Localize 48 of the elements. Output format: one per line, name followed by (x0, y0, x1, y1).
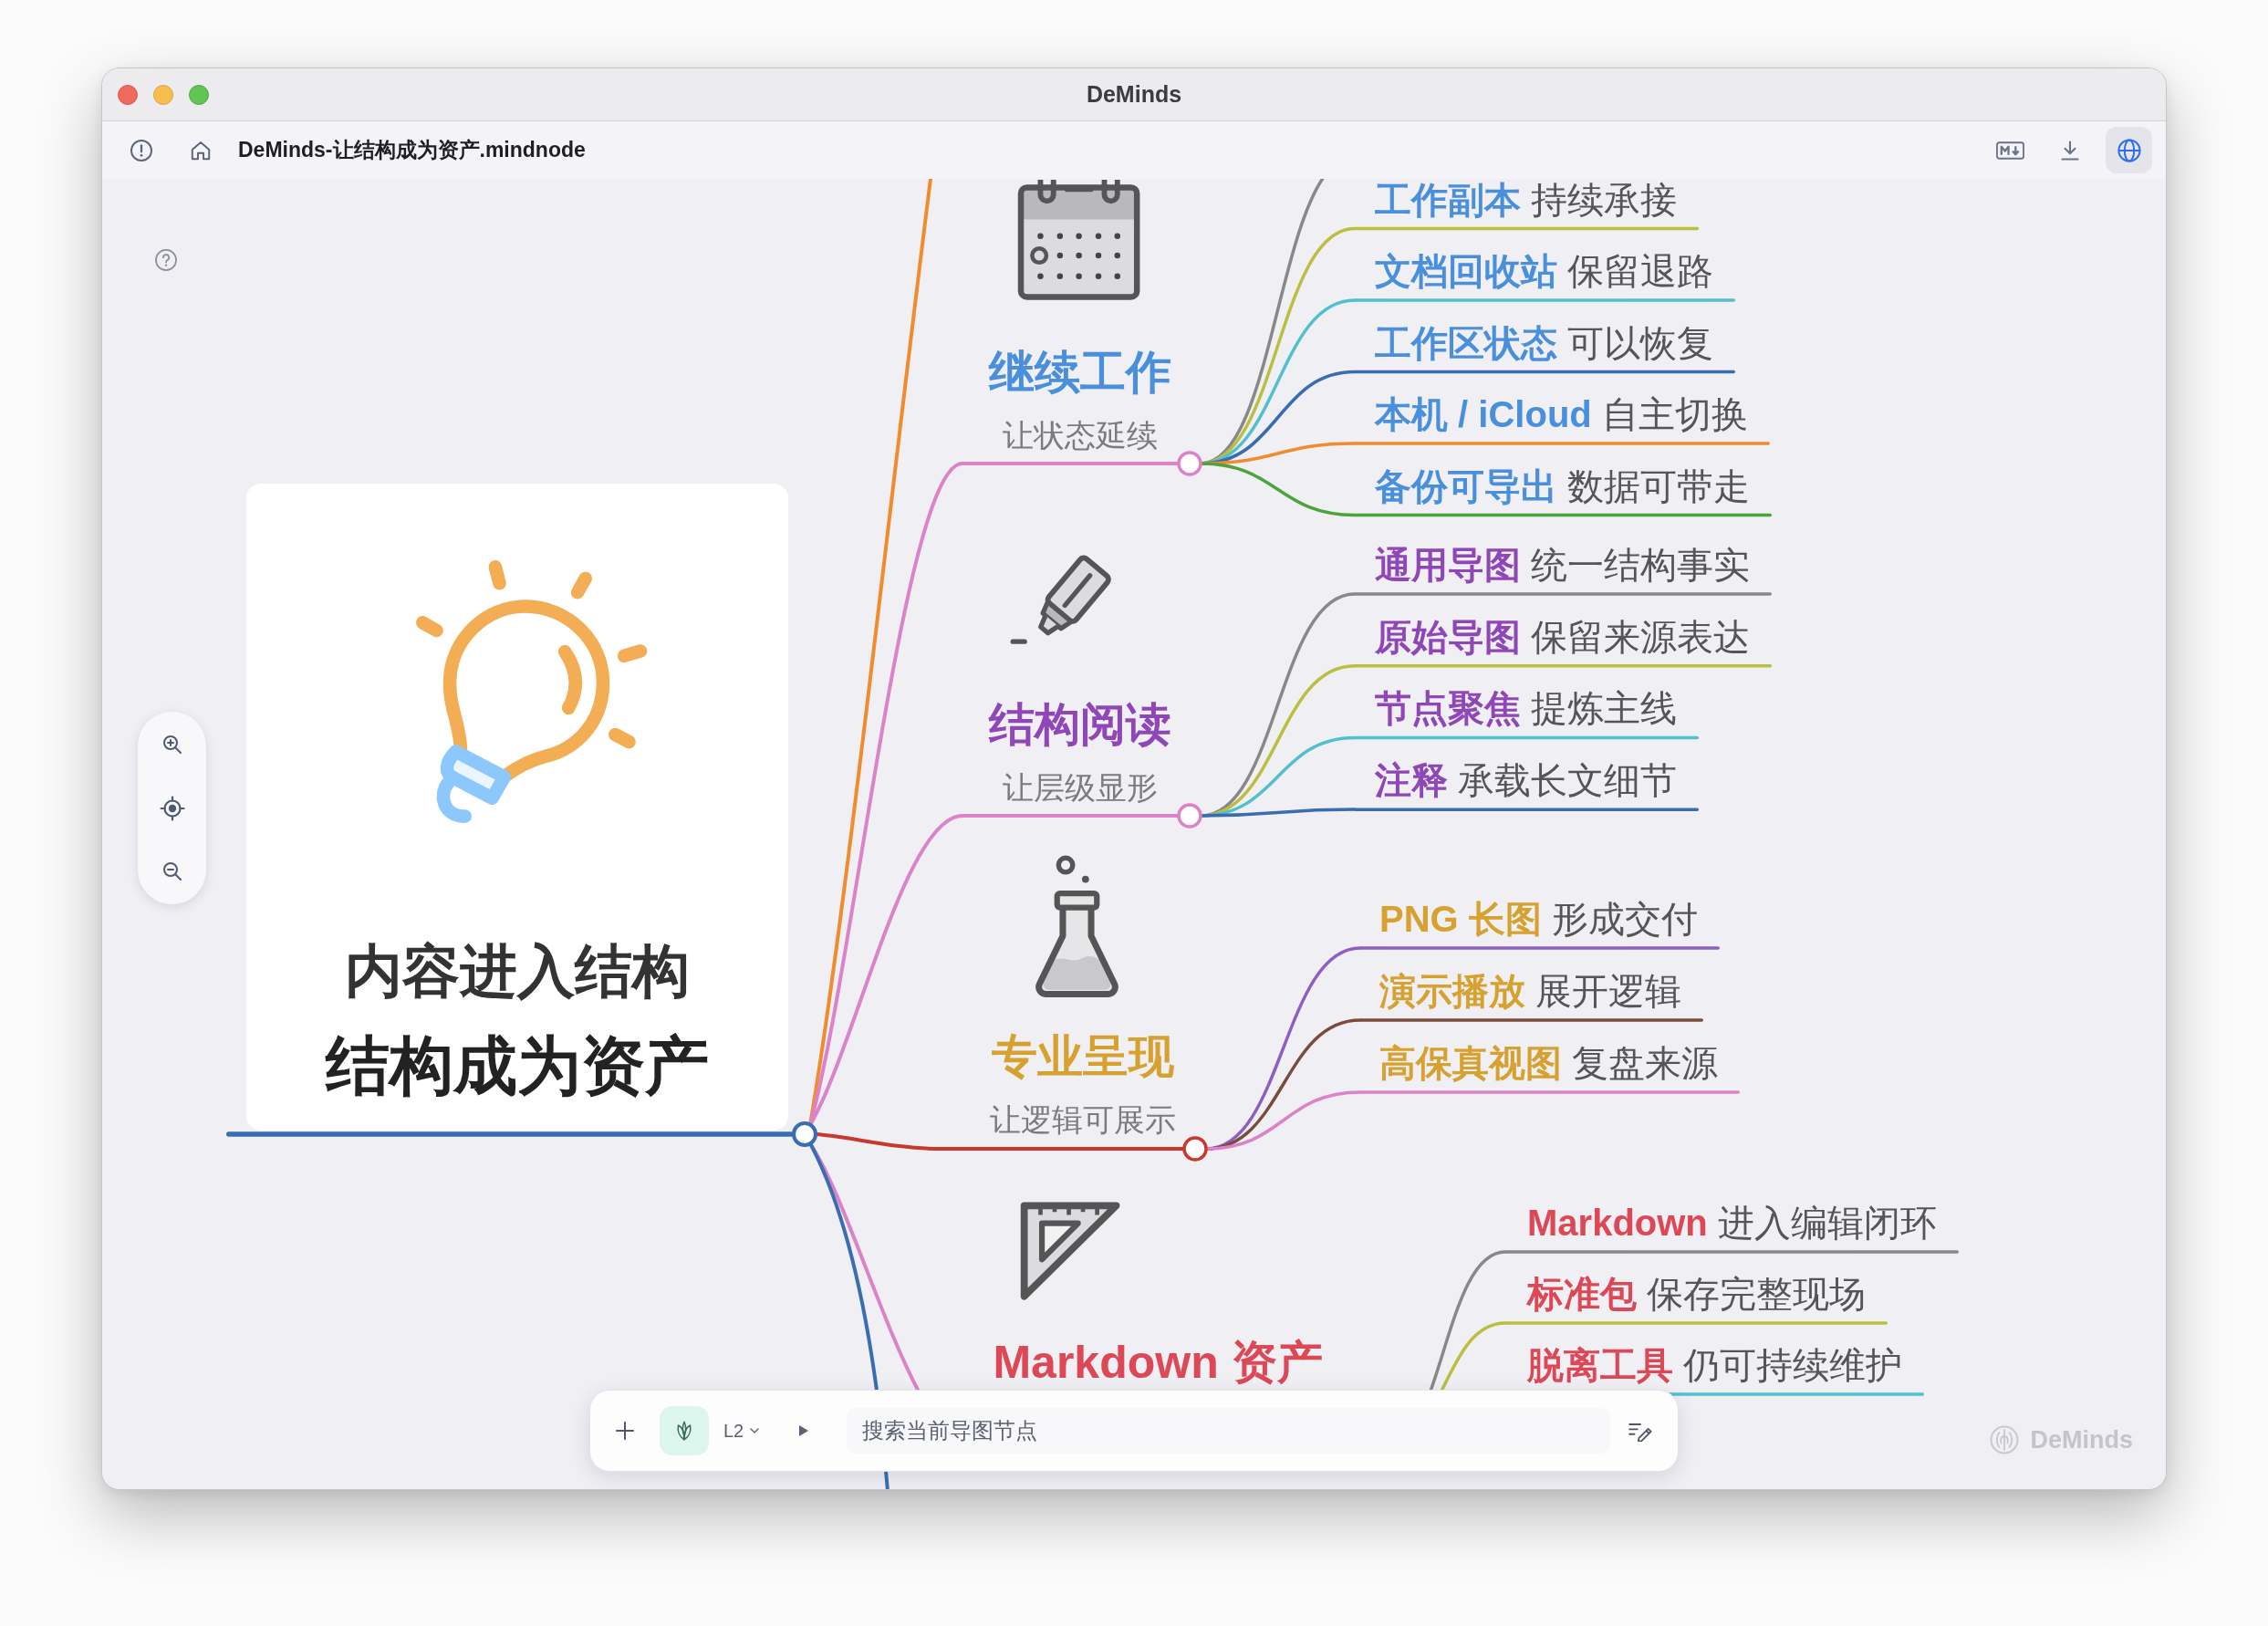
subtopic-label: 文档回收站 保留退路 (1375, 251, 1714, 291)
logo-icon (1990, 1425, 2020, 1454)
markdown-icon (1996, 141, 2024, 160)
subtopic-label: 注释 承载长文细节 (1375, 760, 1678, 801)
subtopic-label: 备份可导出 数据可带走 (1375, 465, 1751, 506)
root-title-line: 内容进入结构 (345, 938, 690, 1005)
topic-subtitle: 让逻辑可展示 (990, 1101, 1176, 1139)
plus-icon (615, 1421, 635, 1441)
help-button[interactable] (154, 248, 178, 272)
search-field[interactable]: 搜索当前导图节点 (847, 1408, 1610, 1454)
branch-handle-icon[interactable] (1177, 451, 1202, 476)
window-title: DeMinds (1086, 81, 1182, 108)
crosshair-icon (159, 795, 185, 821)
zoom-in-icon (161, 734, 183, 756)
subtopic-label: 工作副本 持续承接 (1375, 179, 1678, 220)
branch-handle-icon[interactable] (1177, 803, 1202, 829)
download-icon (2060, 140, 2079, 161)
sprout-button[interactable] (660, 1406, 709, 1455)
subtopic-label: 演示播放 展开逻辑 (1379, 971, 1682, 1011)
subtopic-label: PNG 长图 形成交付 (1379, 899, 1698, 939)
help-icon (154, 248, 178, 272)
subtopic-label: 高保真视图 复盘来源 (1379, 1043, 1719, 1083)
topic-title: 专业呈现 (992, 1030, 1174, 1085)
subtopic-label: 通用导图 统一结构事实 (1375, 545, 1751, 585)
topic-title: 继续工作 (989, 346, 1171, 401)
branch-handle-icon[interactable] (1182, 1136, 1208, 1162)
globe-icon (2117, 138, 2141, 162)
subtopic-label: 标准包 保存完整现场 (1527, 1274, 1867, 1314)
subtopic-label: Markdown 进入编辑闭环 (1527, 1203, 1937, 1243)
root-title-line: 结构成为资产 (326, 1028, 709, 1103)
topic-subtitle: 让层级显形 (1003, 769, 1158, 807)
document-title: DeMinds-让结构成为资产.mindnode (238, 137, 586, 163)
topic-subtitle: 让状态延续 (1003, 417, 1158, 454)
subtopic-label: 本机 / iCloud 自主切换 (1375, 394, 1748, 434)
topic-title: 结构阅读 (989, 698, 1171, 753)
subtopic-label: 脱离工具 仍可持续维护 (1527, 1345, 1903, 1385)
zoom-out-icon (161, 860, 183, 882)
subtopic-label: 工作区状态 可以恢复 (1375, 322, 1714, 363)
subtopic-label: 节点聚焦 提炼主线 (1375, 688, 1678, 729)
subtopic-label: 原始导图 保留来源表达 (1375, 616, 1751, 657)
depth-dropdown[interactable]: L2 (723, 1420, 760, 1442)
play-icon (798, 1424, 810, 1437)
close-button[interactable] (118, 84, 138, 105)
caret-icon (750, 1428, 760, 1433)
globe-button[interactable] (2106, 127, 2152, 173)
info-icon (130, 138, 153, 162)
topic-title: Markdown 资产 (993, 1336, 1323, 1390)
root-handle-icon[interactable] (792, 1121, 817, 1147)
